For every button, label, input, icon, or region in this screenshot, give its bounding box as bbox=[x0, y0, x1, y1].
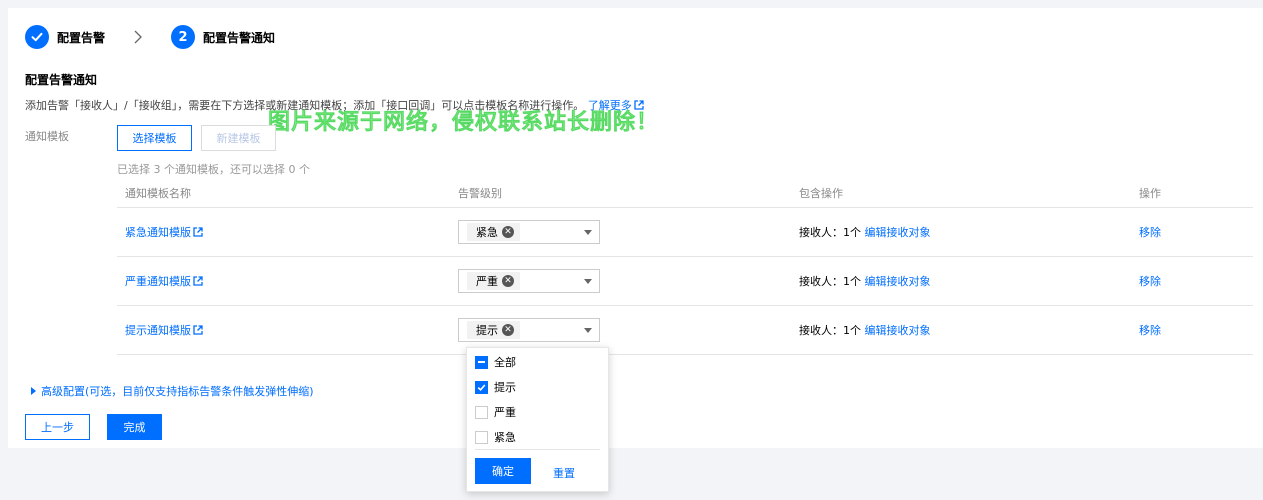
level-select[interactable]: 紧急 ✕ bbox=[458, 220, 600, 244]
option-all[interactable]: 全部 bbox=[475, 354, 516, 370]
table-row: 严重通知模版 严重 ✕ 接收人：1个 编辑接收对象 移除 bbox=[117, 257, 1253, 306]
step-2-number: 2 bbox=[171, 25, 196, 49]
template-name-link[interactable]: 提示通知模版 bbox=[125, 324, 203, 337]
edit-receivers-link[interactable]: 编辑接收对象 bbox=[865, 275, 931, 288]
template-name-link[interactable]: 紧急通知模版 bbox=[125, 226, 203, 239]
checkbox-icon[interactable] bbox=[475, 405, 488, 419]
chevron-right-icon bbox=[133, 30, 143, 44]
option-urgent[interactable]: 紧急 bbox=[475, 429, 516, 445]
table-row: 紧急通知模版 紧急 ✕ 接收人：1个 编辑接收对象 移除 bbox=[117, 208, 1253, 257]
level-tag: 提示 ✕ bbox=[467, 321, 520, 339]
ops-cell: 接收人：1个 编辑接收对象 bbox=[799, 224, 1139, 240]
level-cell: 提示 ✕ bbox=[458, 318, 799, 342]
step-1-label: 配置告警 bbox=[57, 30, 106, 45]
level-select[interactable]: 严重 ✕ bbox=[458, 269, 600, 293]
close-icon[interactable]: ✕ bbox=[502, 275, 514, 287]
external-link-icon bbox=[193, 227, 203, 240]
finish-button[interactable]: 完成 bbox=[107, 414, 162, 440]
checkbox-icon[interactable] bbox=[475, 430, 488, 444]
option-label: 紧急 bbox=[494, 431, 516, 444]
reset-button[interactable]: 重置 bbox=[553, 465, 575, 481]
close-icon[interactable]: ✕ bbox=[502, 324, 514, 336]
selection-hint: 已选择 3 个通知模板，还可以选择 0 个 bbox=[117, 163, 310, 176]
caret-down-icon bbox=[584, 230, 592, 235]
option-label: 全部 bbox=[494, 356, 516, 369]
receivers-count: 接收人：1个 bbox=[799, 275, 861, 288]
checkbox-checked-icon[interactable] bbox=[475, 380, 488, 394]
watermark: 图片来源于网络，侵权联系站长删除！ bbox=[268, 110, 660, 136]
template-name-cell: 提示通知模版 bbox=[117, 322, 458, 338]
header-action: 操作 bbox=[1139, 186, 1161, 200]
advanced-config-label: 高级配置(可选，目前仅支持指标告警条件触发弹性伸缩) bbox=[41, 385, 314, 398]
action-cell: 移除 bbox=[1139, 224, 1253, 240]
table-header: 通知模板名称 告警级别 包含操作 操作 bbox=[117, 178, 1253, 208]
remove-link[interactable]: 移除 bbox=[1139, 275, 1161, 288]
table-row: 提示通知模版 提示 ✕ 接收人：1个 编辑接收对象 移除 bbox=[117, 306, 1253, 355]
option-label: 提示 bbox=[494, 381, 516, 394]
prev-step-button[interactable]: 上一步 bbox=[25, 414, 90, 440]
caret-down-icon bbox=[584, 328, 592, 333]
template-name: 严重通知模版 bbox=[125, 275, 191, 288]
template-name: 紧急通知模版 bbox=[125, 226, 191, 239]
caret-down-icon bbox=[584, 279, 592, 284]
step-2-label: 配置告警通知 bbox=[203, 30, 276, 45]
template-table: 通知模板名称 告警级别 包含操作 操作 紧急通知模版 紧急 ✕ 接收人：1个 编辑… bbox=[117, 178, 1253, 355]
edit-receivers-link[interactable]: 编辑接收对象 bbox=[865, 324, 931, 337]
level-cell: 紧急 ✕ bbox=[458, 220, 799, 244]
level-select[interactable]: 提示 ✕ bbox=[458, 318, 600, 342]
external-link-icon bbox=[193, 325, 203, 338]
action-cell: 移除 bbox=[1139, 273, 1253, 289]
advanced-config-toggle[interactable]: 高级配置(可选，目前仅支持指标告警条件触发弹性伸缩) bbox=[31, 383, 314, 399]
select-template-button[interactable]: 选择模板 bbox=[117, 125, 192, 151]
confirm-button[interactable]: 确定 bbox=[475, 458, 531, 484]
edit-receivers-link[interactable]: 编辑接收对象 bbox=[865, 226, 931, 239]
header-name: 通知模板名称 bbox=[125, 186, 191, 200]
template-name-link[interactable]: 严重通知模版 bbox=[125, 275, 203, 288]
new-template-button[interactable]: 新建模板 bbox=[201, 125, 276, 151]
level-tag-label: 提示 bbox=[476, 324, 498, 337]
level-tag: 严重 ✕ bbox=[467, 272, 520, 290]
external-link-icon bbox=[193, 276, 203, 289]
remove-link[interactable]: 移除 bbox=[1139, 226, 1161, 239]
option-severe[interactable]: 严重 bbox=[475, 404, 516, 420]
template-name-cell: 严重通知模版 bbox=[117, 273, 458, 289]
template-name-cell: 紧急通知模版 bbox=[117, 224, 458, 240]
dropdown-divider bbox=[475, 449, 600, 450]
level-tag-label: 紧急 bbox=[476, 226, 498, 239]
main-card: 配置告警 2 配置告警通知 配置告警通知 添加告警「接收人」/「接收组」，需要在… bbox=[8, 8, 1263, 448]
level-tag-label: 严重 bbox=[476, 275, 498, 288]
action-cell: 移除 bbox=[1139, 322, 1253, 338]
close-icon[interactable]: ✕ bbox=[502, 226, 514, 238]
checkbox-partial-icon[interactable] bbox=[475, 355, 488, 369]
template-name: 提示通知模版 bbox=[125, 324, 191, 337]
header-level: 告警级别 bbox=[458, 186, 502, 200]
remove-link[interactable]: 移除 bbox=[1139, 324, 1161, 337]
check-icon bbox=[25, 25, 49, 49]
level-tag: 紧急 ✕ bbox=[467, 223, 520, 241]
steps-bar: 配置告警 2 配置告警通知 bbox=[25, 25, 275, 49]
template-field-label: 通知模板 bbox=[25, 130, 69, 143]
level-dropdown: 全部 提示 严重 紧急 确定 重置 bbox=[466, 347, 609, 492]
receivers-count: 接收人：1个 bbox=[799, 226, 861, 239]
option-label: 严重 bbox=[494, 406, 516, 419]
section-title: 配置告警通知 bbox=[25, 73, 98, 87]
header-ops: 包含操作 bbox=[799, 186, 843, 200]
option-hint[interactable]: 提示 bbox=[475, 379, 516, 395]
level-cell: 严重 ✕ bbox=[458, 269, 799, 293]
ops-cell: 接收人：1个 编辑接收对象 bbox=[799, 322, 1139, 338]
receivers-count: 接收人：1个 bbox=[799, 324, 861, 337]
caret-right-icon bbox=[31, 387, 36, 395]
ops-cell: 接收人：1个 编辑接收对象 bbox=[799, 273, 1139, 289]
